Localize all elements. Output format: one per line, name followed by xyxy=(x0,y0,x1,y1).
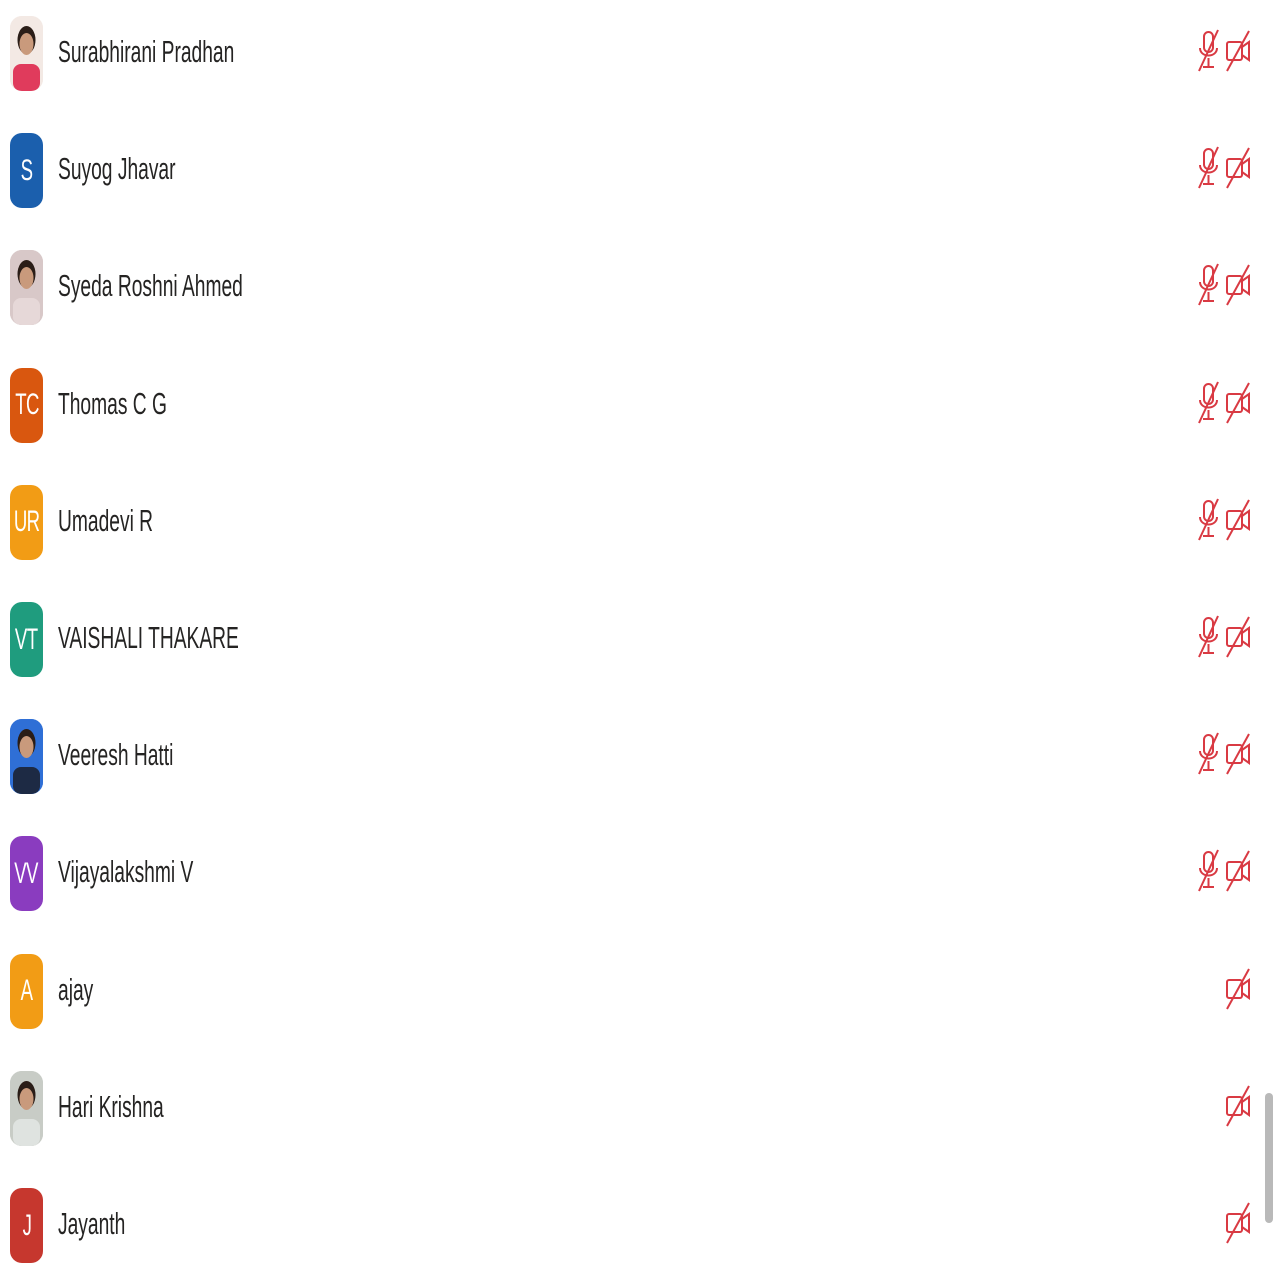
participant-name: Vijayalakshmi V xyxy=(58,854,194,890)
avatar-initials: J xyxy=(22,1208,31,1242)
participant-row[interactable]: Syeda Roshni Ahmed xyxy=(0,234,1262,351)
participant-row[interactable]: Aajay xyxy=(0,938,1262,1055)
camera-off-icon xyxy=(1225,614,1251,660)
camera-off-icon xyxy=(1225,262,1251,308)
camera-off-icon xyxy=(1225,1200,1251,1246)
mic-off-icon xyxy=(1196,262,1220,308)
avatar-photo xyxy=(10,16,43,91)
camera-off-icon xyxy=(1225,28,1251,74)
participant-row[interactable]: UR Umadevi R xyxy=(0,469,1262,586)
avatar-initials: A xyxy=(20,974,33,1008)
camera-off-icon xyxy=(1225,731,1251,777)
avatar: TC xyxy=(10,367,43,443)
camera-off-icon xyxy=(1225,497,1251,543)
avatar: VT xyxy=(10,602,43,677)
participant-name: Jayanth xyxy=(58,1206,126,1241)
participant-name: Hari Krishna xyxy=(58,1088,164,1124)
camera-off-icon xyxy=(1225,966,1251,1012)
participant-row[interactable]: Veeresh Hatti xyxy=(0,703,1262,820)
avatar: S xyxy=(10,133,43,209)
participant-name: Surabhirani Pradhan xyxy=(58,34,235,69)
mic-off-icon xyxy=(1196,28,1220,74)
mic-off-icon xyxy=(1196,731,1220,777)
avatar: VV xyxy=(10,836,43,912)
mic-off-icon xyxy=(1196,380,1220,426)
participant-name: ajay xyxy=(58,971,94,1007)
camera-off-icon xyxy=(1225,145,1251,191)
participant-row[interactable]: Surabhirani Pradhan xyxy=(0,0,1262,117)
scroll-thumb[interactable] xyxy=(1265,1093,1273,1223)
avatar: A xyxy=(10,953,43,1029)
participant-row[interactable]: VV Vijayalakshmi V xyxy=(0,820,1262,937)
participant-row[interactable]: S Suyog Jhavar xyxy=(0,117,1262,234)
avatar-initials: S xyxy=(20,153,33,187)
camera-off-icon xyxy=(1225,848,1251,894)
mic-off-icon xyxy=(1196,145,1220,191)
participant-row[interactable]: Hari Krishna xyxy=(0,1055,1262,1172)
participant-name: Veeresh Hatti xyxy=(58,737,174,773)
avatar-photo xyxy=(10,250,43,326)
avatar-photo xyxy=(10,1070,43,1146)
participant-name: Thomas C G xyxy=(58,385,167,421)
mic-off-icon xyxy=(1196,497,1220,543)
mic-off-icon xyxy=(1196,848,1220,894)
participant-name: Syeda Roshni Ahmed xyxy=(58,268,243,304)
participant-list: Surabhirani Pradhan S Suyog Jhavar Syeda… xyxy=(0,0,1262,1271)
avatar-initials: VV xyxy=(14,856,39,890)
participant-name: Suyog Jhavar xyxy=(58,151,176,187)
participant-row[interactable]: VT VAISHALI THAKARE xyxy=(0,586,1262,703)
avatar: J xyxy=(10,1188,43,1263)
participant-row[interactable]: J Jayanth xyxy=(0,1172,1262,1271)
scrollbar[interactable] xyxy=(1262,0,1274,1271)
mic-off-icon xyxy=(1196,614,1220,660)
participant-name: VAISHALI THAKARE xyxy=(58,620,239,655)
avatar: UR xyxy=(10,484,43,560)
avatar-photo xyxy=(10,719,43,795)
avatar-initials: VT xyxy=(15,622,38,656)
participant-row[interactable]: TC Thomas C G xyxy=(0,352,1262,469)
camera-off-icon xyxy=(1225,1083,1251,1129)
avatar-initials: TC xyxy=(14,388,39,422)
avatar-initials: UR xyxy=(13,505,40,539)
camera-off-icon xyxy=(1225,380,1251,426)
participant-name: Umadevi R xyxy=(58,502,154,538)
